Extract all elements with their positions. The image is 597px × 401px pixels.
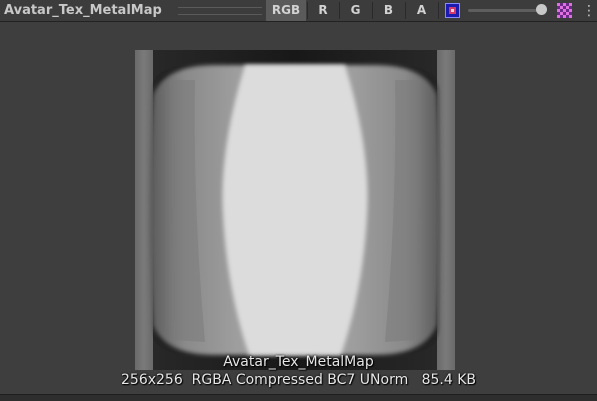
drag-handle[interactable]: [178, 7, 262, 15]
channel-r-button[interactable]: R: [308, 0, 338, 21]
texture-preview-image: [135, 50, 455, 370]
texture-info-label: 256x256 RGBA Compressed BC7 UNorm 85.4 K…: [121, 372, 476, 388]
mip-level-slider-thumb[interactable]: [536, 4, 547, 15]
preview-toolbar: Avatar_Tex_MetalMap RGB R G B A ⋮: [0, 0, 597, 22]
mip-level-slider-track[interactable]: [468, 9, 544, 12]
channel-a-button[interactable]: A: [406, 0, 437, 21]
channel-b-button[interactable]: B: [373, 0, 404, 21]
preview-title: Avatar_Tex_MetalMap: [4, 3, 162, 18]
texture-name-label: Avatar_Tex_MetalMap: [223, 354, 374, 370]
more-options-icon[interactable]: ⋮: [582, 2, 596, 20]
checker-alpha-icon[interactable]: [557, 3, 572, 18]
mipmap-icon[interactable]: [445, 3, 460, 18]
bottom-bar: [0, 394, 597, 401]
channel-g-button[interactable]: G: [340, 0, 371, 21]
separator: [438, 2, 439, 19]
channel-rgb-button[interactable]: RGB: [266, 0, 306, 21]
